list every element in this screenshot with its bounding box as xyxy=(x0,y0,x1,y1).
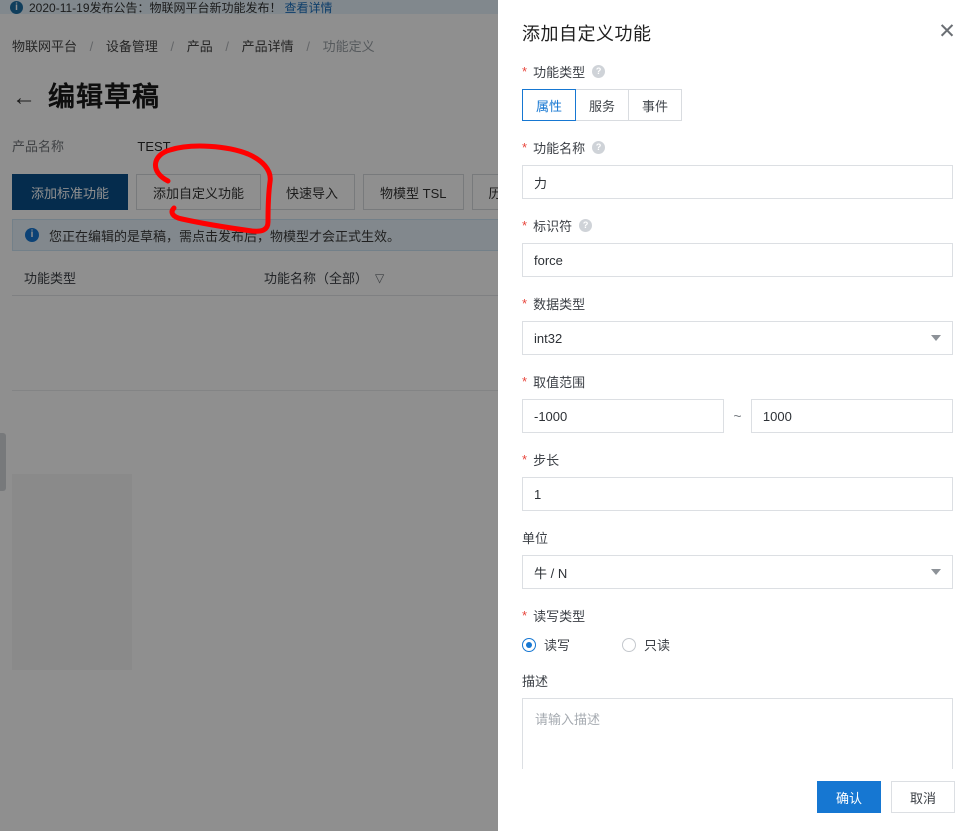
function-name-input[interactable]: 力 xyxy=(522,165,953,199)
data-type-value: int32 xyxy=(534,331,562,346)
cancel-button[interactable]: 取消 xyxy=(891,781,955,813)
field-step: * 步长 1 xyxy=(522,450,953,511)
field-data-type: * 数据类型 int32 xyxy=(522,294,953,355)
rw-type-label-row: * 读写类型 xyxy=(522,606,953,625)
identifier-value: force xyxy=(534,253,563,268)
segment-label: 事件 xyxy=(642,96,668,115)
function-name-label: 功能名称 xyxy=(533,138,585,157)
step-input[interactable]: 1 xyxy=(522,477,953,511)
dialog-header: 添加自定义功能 ✕ xyxy=(498,0,977,54)
chevron-down-icon xyxy=(931,569,941,575)
field-function-name: * 功能名称 ? 力 xyxy=(522,138,953,199)
unit-select[interactable]: 牛 / N xyxy=(522,555,953,589)
help-icon[interactable]: ? xyxy=(592,141,605,154)
function-type-option-service[interactable]: 服务 xyxy=(576,89,629,121)
identifier-input[interactable]: force xyxy=(522,243,953,277)
cancel-button-label: 取消 xyxy=(910,788,936,807)
identifier-label-row: * 标识符 ? xyxy=(522,216,953,235)
value-range-label-row: * 取值范围 xyxy=(522,372,953,391)
function-name-value: 力 xyxy=(534,173,547,192)
segment-label: 服务 xyxy=(589,96,615,115)
segment-label: 属性 xyxy=(536,96,562,115)
value-range-min-input[interactable]: -1000 xyxy=(522,399,724,433)
value-range-max-input[interactable]: 1000 xyxy=(751,399,953,433)
dialog-footer: 确认 取消 xyxy=(498,769,977,831)
description-label: 描述 xyxy=(522,671,548,690)
confirm-button[interactable]: 确认 xyxy=(817,781,881,813)
step-value: 1 xyxy=(534,487,541,502)
required-asterisk: * xyxy=(522,375,527,388)
help-icon[interactable]: ? xyxy=(579,219,592,232)
chevron-down-icon xyxy=(931,335,941,341)
value-range-label: 取值范围 xyxy=(533,372,585,391)
rw-type-option-readwrite[interactable]: 读写 xyxy=(522,635,570,654)
step-label: 步长 xyxy=(533,450,559,469)
function-type-label: 功能类型 xyxy=(533,62,585,81)
dialog-title: 添加自定义功能 xyxy=(522,20,953,46)
step-label-row: * 步长 xyxy=(522,450,953,469)
radio-label: 只读 xyxy=(644,635,670,654)
required-asterisk: * xyxy=(522,141,527,154)
field-value-range: * 取值范围 -1000 ~ 1000 xyxy=(522,372,953,433)
description-placeholder: 请输入描述 xyxy=(535,709,600,728)
required-asterisk: * xyxy=(522,453,527,466)
function-name-label-row: * 功能名称 ? xyxy=(522,138,953,157)
confirm-button-label: 确认 xyxy=(836,788,862,807)
screen: i 2020-11-19发布公告：物联网平台新功能发布！ 查看详情 物联网平台 … xyxy=(0,0,977,831)
data-type-label-row: * 数据类型 xyxy=(522,294,953,313)
function-type-option-attribute[interactable]: 属性 xyxy=(522,89,576,121)
value-range-row: -1000 ~ 1000 xyxy=(522,399,953,433)
required-asterisk: * xyxy=(522,65,527,78)
description-textarea[interactable]: 请输入描述 0/100 xyxy=(522,698,953,769)
add-custom-function-dialog: 添加自定义功能 ✕ * 功能类型 ? 属性 服务 xyxy=(498,0,977,831)
required-asterisk: * xyxy=(522,219,527,232)
function-type-segmented-control: 属性 服务 事件 xyxy=(522,89,953,121)
help-icon[interactable]: ? xyxy=(592,65,605,78)
field-identifier: * 标识符 ? force xyxy=(522,216,953,277)
unit-value: 牛 / N xyxy=(534,563,567,582)
required-asterisk: * xyxy=(522,297,527,310)
description-label-row: 描述 xyxy=(522,671,953,690)
radio-label: 读写 xyxy=(544,635,570,654)
range-separator: ~ xyxy=(724,408,751,424)
close-icon[interactable]: ✕ xyxy=(935,20,959,44)
unit-label-row: 单位 xyxy=(522,528,953,547)
function-type-option-event[interactable]: 事件 xyxy=(629,89,682,121)
dialog-body: * 功能类型 ? 属性 服务 事件 xyxy=(498,54,977,769)
value-range-max-value: 1000 xyxy=(763,409,792,424)
field-description: 描述 请输入描述 0/100 xyxy=(522,671,953,769)
radio-selected-icon xyxy=(522,638,536,652)
rw-type-option-readonly[interactable]: 只读 xyxy=(622,635,670,654)
value-range-min-value: -1000 xyxy=(534,409,567,424)
data-type-select[interactable]: int32 xyxy=(522,321,953,355)
rw-type-radio-group: 读写 只读 xyxy=(522,633,953,654)
field-rw-type: * 读写类型 读写 只读 xyxy=(522,606,953,654)
field-function-type: * 功能类型 ? 属性 服务 事件 xyxy=(522,62,953,121)
identifier-label: 标识符 xyxy=(533,216,572,235)
function-type-label-row: * 功能类型 ? xyxy=(522,62,953,81)
rw-type-label: 读写类型 xyxy=(533,606,585,625)
field-unit: 单位 牛 / N xyxy=(522,528,953,589)
data-type-label: 数据类型 xyxy=(533,294,585,313)
required-asterisk: * xyxy=(522,609,527,622)
radio-unselected-icon xyxy=(622,638,636,652)
unit-label: 单位 xyxy=(522,528,548,547)
